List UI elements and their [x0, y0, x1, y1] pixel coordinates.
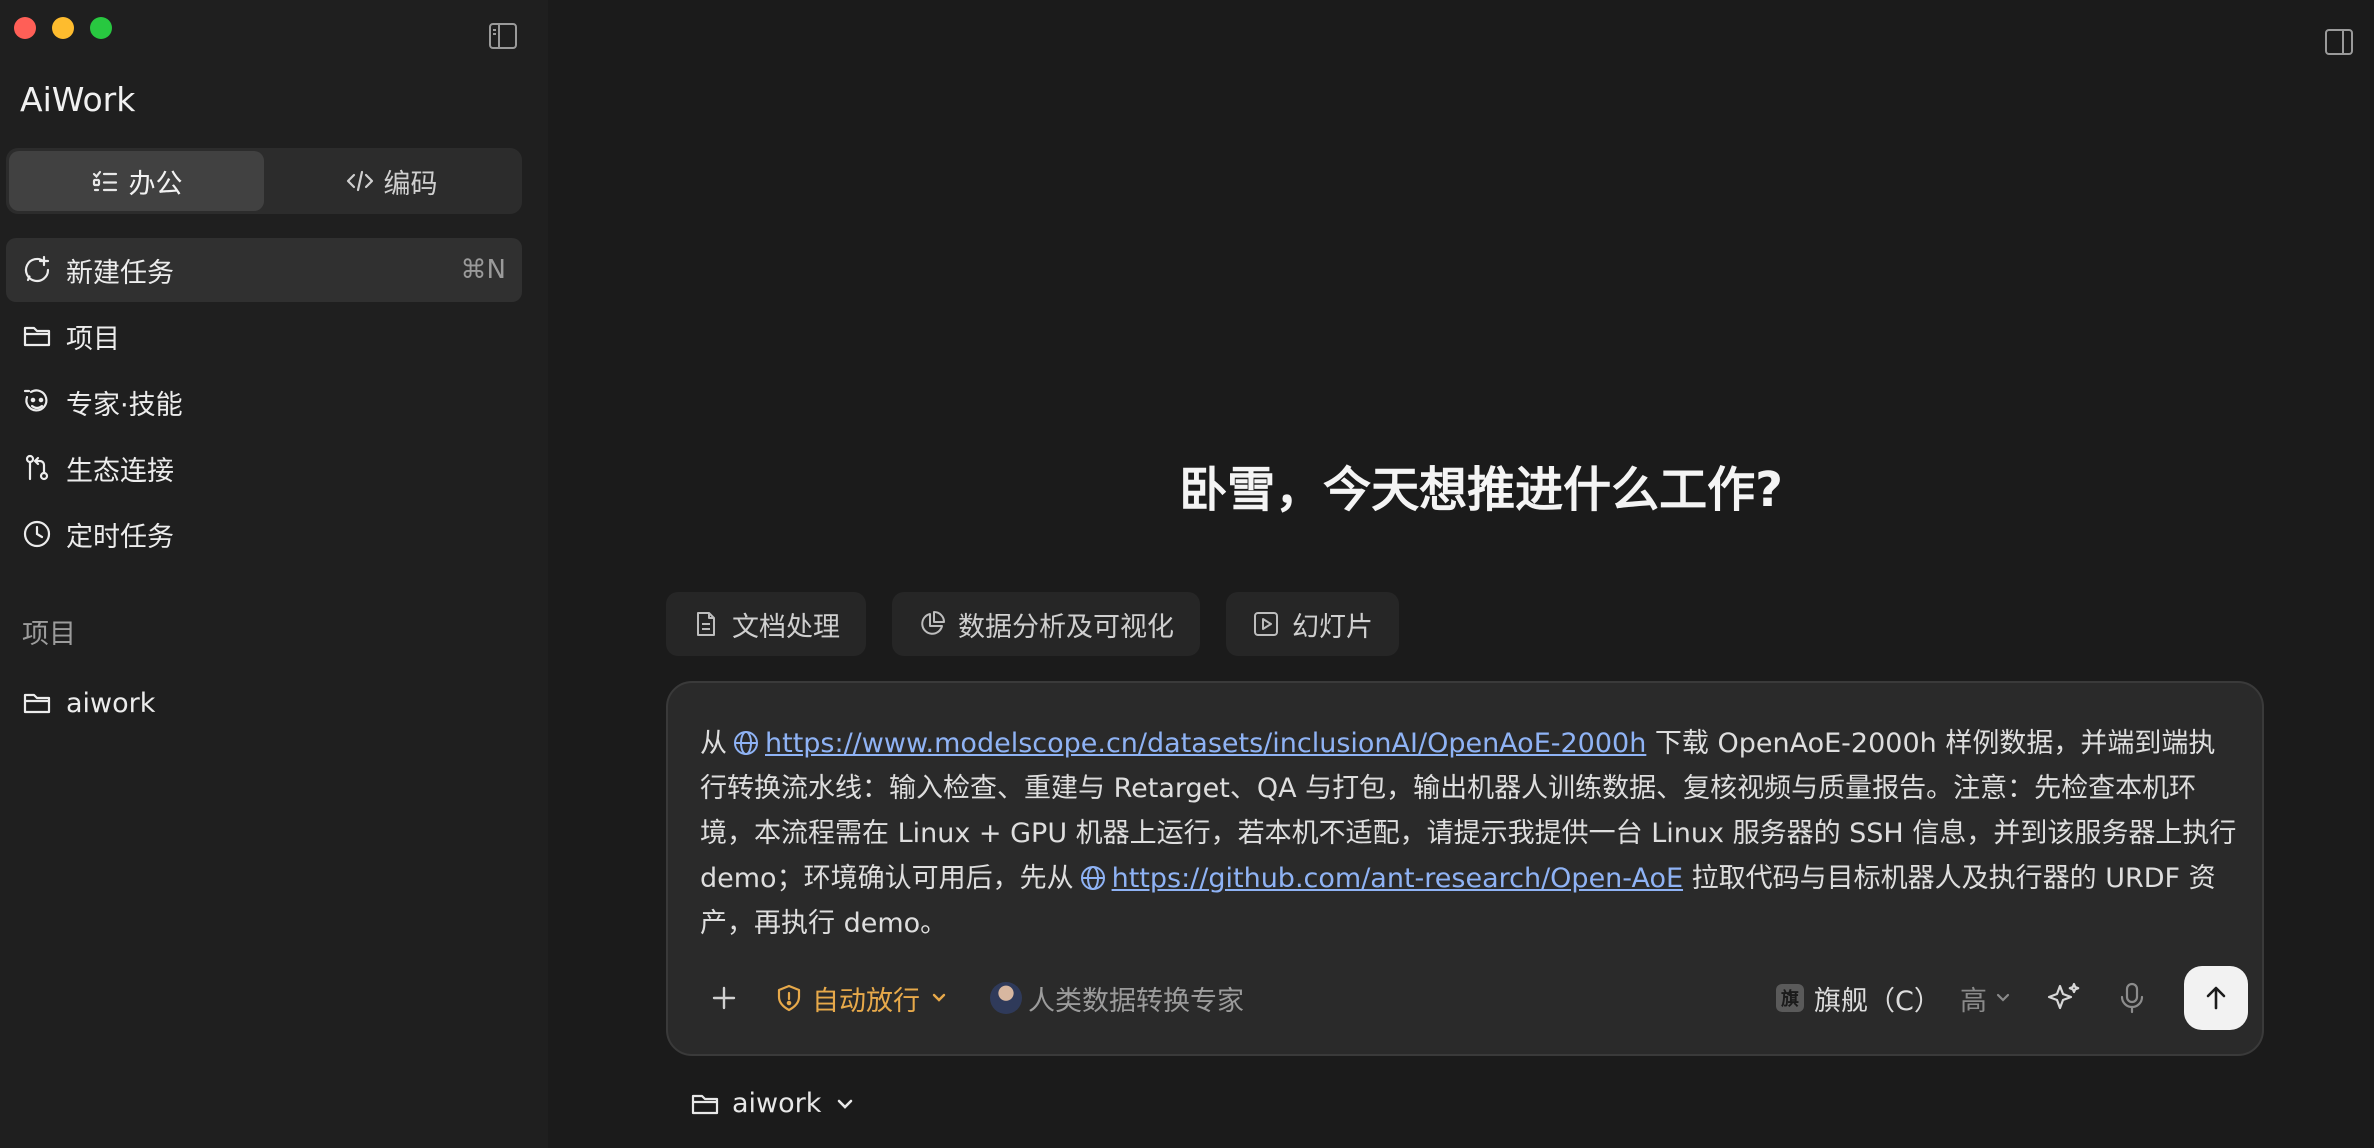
globe-icon: [1080, 866, 1105, 890]
prompt-composer: 从 https://www.modelscope.cn/datasets/incl…: [666, 681, 2264, 1056]
sidebar-item-ecosystem[interactable]: 生态连接: [6, 436, 522, 500]
approval-mode-dropdown[interactable]: 自动放行: [774, 966, 950, 1030]
sidebar-item-projects[interactable]: 项目: [6, 304, 522, 368]
arrow-up-icon: [2206, 986, 2226, 1010]
greeting-title: 卧雪，今天想推进什么工作?: [1179, 462, 1783, 518]
list-check-icon: [92, 170, 117, 192]
modelscope-dataset-link[interactable]: https://www.modelscope.cn/datasets/inclu…: [765, 728, 1646, 759]
play-slide-icon: [1254, 612, 1278, 636]
close-window-button[interactable]: [14, 17, 36, 39]
project-item-aiwork[interactable]: aiwork: [6, 672, 522, 734]
folder-icon: [23, 326, 51, 347]
expert-selector[interactable]: 人类数据转换专家: [990, 966, 1244, 1030]
projects-section-label: 项目: [22, 619, 76, 650]
chip-label: 文档处理: [732, 611, 840, 643]
sidebar-item-label: 新建任务: [66, 257, 174, 289]
bot-face-icon: [23, 389, 48, 412]
clock-icon: [23, 520, 51, 548]
sidebar-item-label: 专家·技能: [66, 389, 183, 421]
model-badge-icon: 旗: [1776, 984, 1804, 1012]
mode-switch: 办公 编码: [6, 148, 522, 214]
sparkle-enhance-button[interactable]: [2046, 980, 2082, 1016]
sidebar-item-new-task[interactable]: 新建任务 ⌘N: [6, 238, 522, 302]
app-title: AiWork: [20, 80, 136, 119]
sidebar-item-experts[interactable]: 专家·技能: [6, 370, 522, 434]
sidebar-item-scheduled[interactable]: 定时任务: [6, 502, 522, 566]
sidebar: AiWork 办公 编码 新建任务 ⌘N 项目 专家·技能 生态连接 定时任务 …: [0, 0, 548, 1148]
code-icon: [346, 170, 373, 192]
expert-avatar: [990, 982, 1022, 1014]
pie-chart-icon: [921, 611, 945, 635]
mode-tab-office[interactable]: 办公: [9, 151, 264, 211]
prompt-text: 从: [700, 728, 727, 759]
workspace-folder-dropdown[interactable]: aiwork: [690, 1088, 857, 1119]
mode-tab-code[interactable]: 编码: [264, 151, 519, 211]
project-label: aiwork: [66, 687, 156, 719]
effort-selector[interactable]: 高: [1960, 966, 2013, 1030]
folder-icon: [23, 693, 51, 714]
globe-icon: [734, 731, 758, 755]
sidebar-item-label: 生态连接: [66, 455, 174, 487]
chip-document-processing[interactable]: 文档处理: [666, 592, 866, 656]
chevron-down-icon: [1996, 993, 2010, 1002]
sidebar-nav: 新建任务 ⌘N 项目 专家·技能 生态连接 定时任务: [6, 238, 522, 568]
chevron-down-icon: [838, 1099, 853, 1109]
chip-data-analysis[interactable]: 数据分析及可视化: [892, 592, 1200, 656]
mode-tab-label: 办公: [128, 168, 183, 200]
chip-label: 数据分析及可视化: [958, 611, 1174, 643]
effort-label: 高: [1960, 985, 1987, 1017]
github-repo-link[interactable]: https://github.com/ant-research/Open-AoE: [1112, 863, 1683, 894]
send-button[interactable]: [2184, 966, 2248, 1030]
model-selector[interactable]: 旗 旗舰（C）: [1776, 966, 1941, 1030]
git-branch-icon: [25, 454, 49, 481]
new-chat-icon: [24, 255, 50, 283]
folder-icon: [691, 1094, 719, 1114]
add-attachment-button[interactable]: [704, 978, 744, 1018]
main-area: 卧雪，今天想推进什么工作? 文档处理 数据分析及可视化 幻灯片 从 https:…: [548, 0, 2374, 1148]
approval-mode-label: 自动放行: [812, 985, 920, 1017]
microphone-button[interactable]: [2114, 980, 2150, 1016]
app-window: AiWork 办公 编码 新建任务 ⌘N 项目 专家·技能 生态连接 定时任务 …: [0, 0, 2374, 1148]
prompt-input[interactable]: 从 https://www.modelscope.cn/datasets/incl…: [700, 721, 2240, 946]
zoom-window-button[interactable]: [90, 17, 112, 39]
composer-toolbar: 自动放行 人类数据转换专家 旗 旗舰（C） 高: [668, 966, 2262, 1030]
sidebar-toggle-icon[interactable]: [488, 22, 518, 50]
keyboard-shortcut: ⌘N: [460, 255, 506, 285]
sidebar-item-label: 定时任务: [66, 521, 174, 553]
chip-slides[interactable]: 幻灯片: [1226, 592, 1399, 656]
chevron-down-icon: [932, 993, 946, 1002]
right-panel-toggle-icon[interactable]: [2324, 28, 2354, 56]
suggestion-chips: 文档处理 数据分析及可视化 幻灯片: [666, 592, 1399, 656]
expert-label: 人类数据转换专家: [1028, 985, 1244, 1017]
sidebar-item-label: 项目: [66, 323, 120, 355]
model-label: 旗舰（C）: [1814, 985, 1941, 1017]
chip-label: 幻灯片: [1292, 611, 1373, 643]
minimize-window-button[interactable]: [52, 17, 74, 39]
shield-alert-icon: [777, 984, 801, 1012]
window-controls: [14, 17, 112, 39]
document-icon: [697, 612, 715, 636]
mode-tab-label: 编码: [383, 168, 438, 200]
folder-label: aiwork: [732, 1088, 822, 1119]
